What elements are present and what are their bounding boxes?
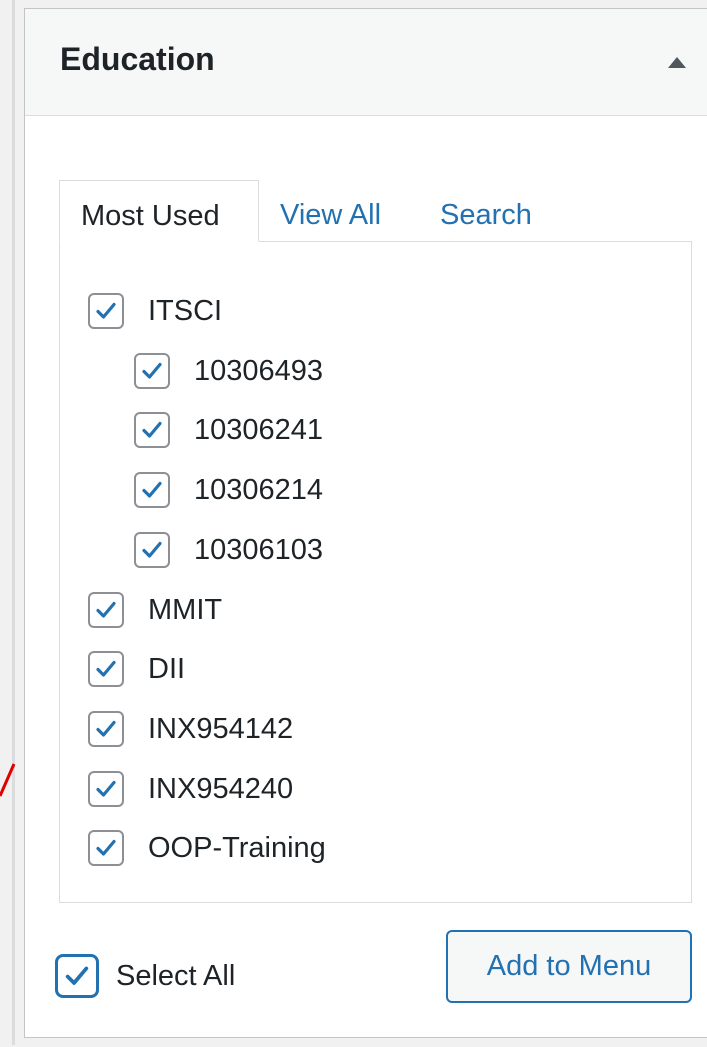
- item-label: OOP-Training: [148, 831, 326, 864]
- checkmark-icon: [65, 966, 89, 985]
- checkmark-icon: [96, 780, 116, 797]
- tab-view-all[interactable]: View All: [280, 180, 381, 242]
- checklist-item[interactable]: 10306214: [134, 470, 323, 510]
- panel-title: Education: [60, 41, 215, 77]
- item-checkbox[interactable]: [88, 293, 124, 329]
- checklist-item[interactable]: INX954142: [88, 709, 293, 749]
- item-label: DII: [148, 652, 186, 685]
- item-checkbox[interactable]: [134, 532, 170, 568]
- item-label: 10306241: [194, 413, 324, 446]
- select-all-control[interactable]: Select All: [55, 954, 235, 998]
- item-checkbox[interactable]: [88, 771, 124, 807]
- checklist-item[interactable]: ITSCI: [88, 291, 222, 331]
- checkmark-icon: [142, 421, 162, 438]
- item-label: 10306493: [194, 354, 324, 387]
- checkmark-icon: [96, 601, 116, 618]
- checkmark-icon: [142, 481, 162, 498]
- item-checkbox[interactable]: [88, 592, 124, 628]
- item-label: INX954240: [148, 772, 294, 805]
- education-panel: Education Most Used View All Search ITSC…: [24, 8, 707, 1038]
- checklist-item[interactable]: MMIT: [88, 590, 222, 630]
- add-to-menu-button[interactable]: Add to Menu: [446, 930, 692, 1003]
- item-label: 10306214: [194, 473, 324, 506]
- tab-bar: Most Used View All Search: [59, 180, 691, 242]
- item-label: 10306103: [194, 533, 324, 566]
- item-checkbox[interactable]: [134, 353, 170, 389]
- select-all-label: Select All: [116, 959, 236, 992]
- item-checkbox[interactable]: [134, 412, 170, 448]
- checklist-item[interactable]: 10306103: [134, 530, 323, 570]
- panel-header[interactable]: Education: [25, 9, 707, 116]
- checkmark-icon: [96, 720, 116, 737]
- checklist-item[interactable]: INX954240: [88, 769, 293, 809]
- checkmark-icon: [96, 839, 116, 856]
- tab-search[interactable]: Search: [440, 180, 532, 242]
- item-checkbox[interactable]: [134, 472, 170, 508]
- checkmark-icon: [142, 541, 162, 558]
- checklist-item[interactable]: DII: [88, 649, 185, 689]
- item-label: ITSCI: [148, 294, 223, 327]
- red-annotation-arrow: [0, 763, 16, 797]
- category-checklist: ITSCI 10306493 10306241 10306214 10306103 MMI…: [59, 241, 692, 903]
- item-label: INX954142: [148, 712, 294, 745]
- item-checkbox[interactable]: [88, 830, 124, 866]
- checkmark-icon: [96, 302, 116, 319]
- item-checkbox[interactable]: [88, 651, 124, 687]
- item-label: MMIT: [148, 593, 223, 626]
- item-checkbox[interactable]: [88, 711, 124, 747]
- checkmark-icon: [96, 660, 116, 677]
- checkmark-icon: [142, 362, 162, 379]
- checklist-item[interactable]: 10306493: [134, 351, 323, 391]
- admin-column-divider: [12, 0, 15, 1045]
- checklist-item[interactable]: 10306241: [134, 410, 323, 450]
- collapse-triangle-icon[interactable]: [668, 57, 686, 68]
- select-all-checkbox[interactable]: [55, 954, 99, 998]
- tab-most-used[interactable]: Most Used: [59, 180, 259, 242]
- checklist-item[interactable]: OOP-Training: [88, 828, 326, 868]
